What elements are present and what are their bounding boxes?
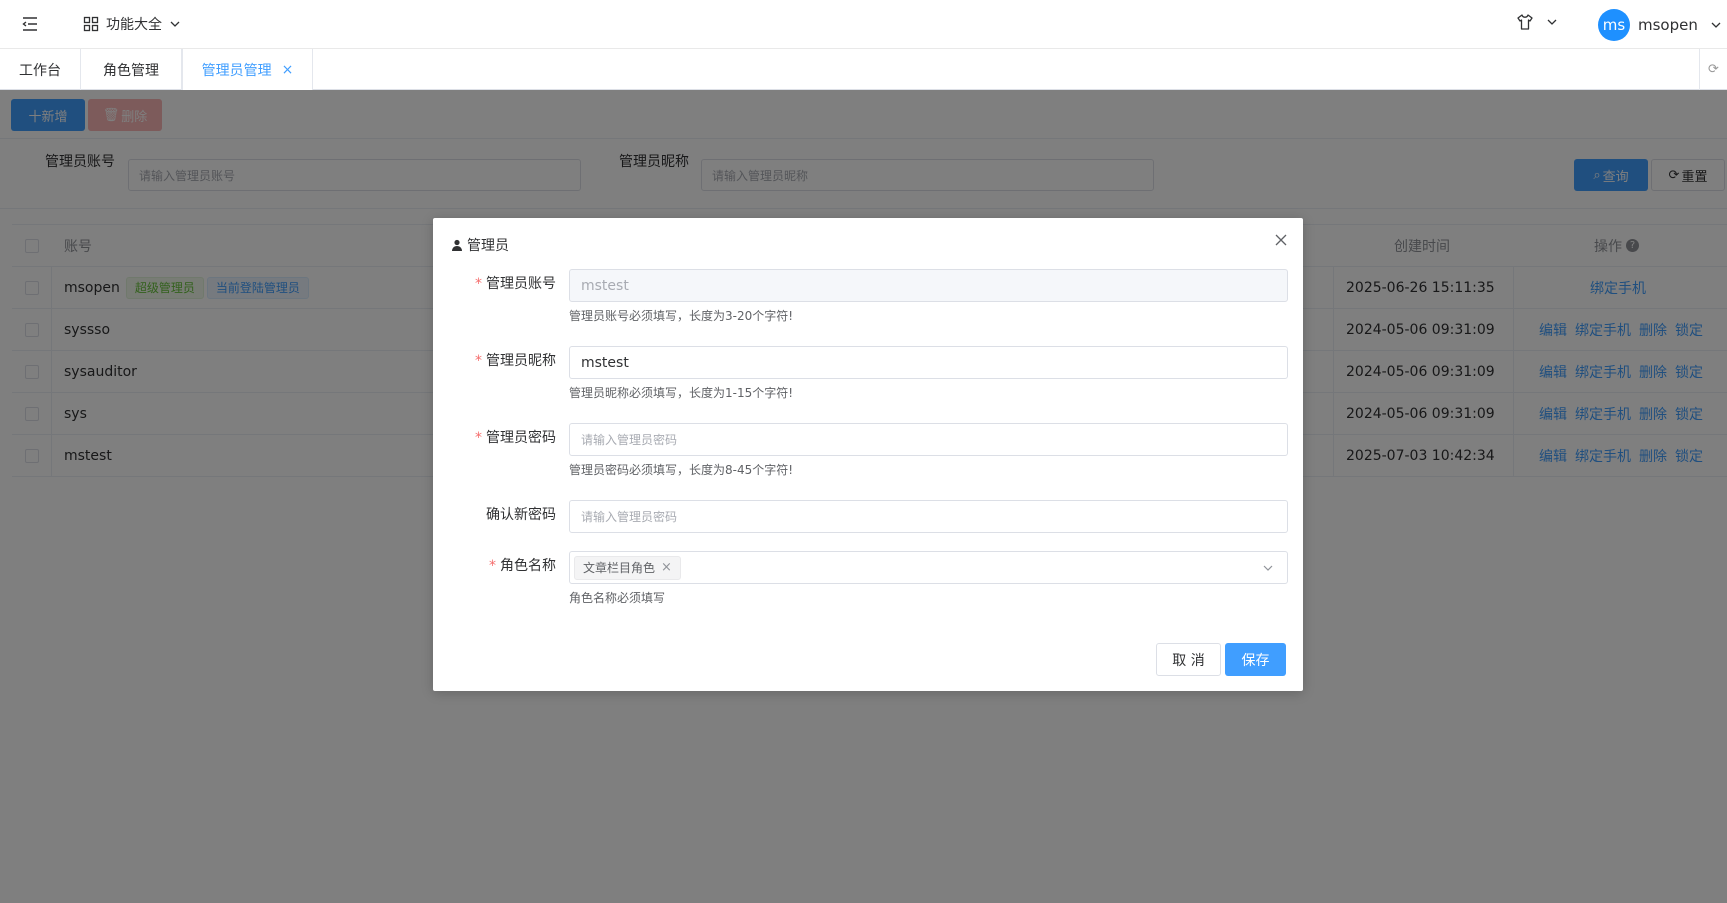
close-icon[interactable]: [1273, 232, 1289, 248]
shirt-icon: [1517, 14, 1533, 30]
role-hint: 角色名称必须填写: [569, 591, 666, 605]
tab-role-management[interactable]: 角色管理: [81, 49, 182, 90]
nickname-field[interactable]: mstest: [569, 346, 1288, 379]
account-hint: 管理员账号必须填写，长度为3-20个字符!: [569, 309, 794, 323]
account-label: * 管理员账号: [475, 276, 556, 292]
user-name: msopen: [1638, 16, 1698, 34]
cancel-button[interactable]: 取 消: [1156, 643, 1221, 676]
nickname-label: * 管理员昵称: [475, 353, 556, 369]
role-select[interactable]: 文章栏目角色 ×: [569, 551, 1288, 584]
password-label: * 管理员密码: [475, 430, 556, 446]
chevron-down-icon: [1711, 22, 1721, 28]
confirm-password-label: 确认新密码: [486, 507, 556, 523]
feature-menu-label: 功能大全: [106, 17, 162, 33]
dialog-title: 管理员: [451, 235, 509, 255]
nickname-hint: 管理员昵称必须填写，长度为1-15个字符!: [569, 386, 794, 400]
password-field[interactable]: 请输入管理员密码: [569, 423, 1288, 456]
chevron-down-icon: [1263, 565, 1273, 571]
theme-switcher[interactable]: [1516, 13, 1558, 31]
top-header: 功能大全 ms msopen: [0, 0, 1727, 48]
password-hint: 管理员密码必须填写，长度为8-45个字符!: [569, 463, 794, 477]
admin-dialog: 管理员 * 管理员账号 mstest 管理员账号必须填写，长度为3-20个字符! …: [433, 218, 1303, 691]
account-field: mstest: [569, 269, 1288, 302]
chevron-down-icon: [1547, 19, 1557, 25]
user-icon: [452, 239, 462, 251]
grid-icon: [83, 16, 99, 32]
confirm-password-field[interactable]: 请输入管理员密码: [569, 500, 1288, 533]
close-icon[interactable]: ×: [661, 560, 672, 575]
tab-admin-management[interactable]: 管理员管理 ×: [182, 49, 313, 91]
tab-label: 管理员管理: [201, 63, 272, 79]
refresh-icon[interactable]: ⟳: [1699, 49, 1727, 90]
feature-menu-dropdown[interactable]: 功能大全: [83, 12, 181, 36]
tab-label: 角色管理: [103, 62, 159, 79]
close-icon[interactable]: ×: [282, 62, 294, 78]
avatar: ms: [1598, 9, 1630, 41]
menu-fold-icon[interactable]: [20, 14, 40, 34]
tab-workbench[interactable]: 工作台: [0, 49, 81, 90]
role-label: * 角色名称: [489, 558, 556, 574]
tab-label: 工作台: [19, 62, 61, 79]
tab-bar: 工作台 角色管理 管理员管理 × ⟳: [0, 48, 1727, 91]
role-tag: 文章栏目角色 ×: [574, 555, 681, 580]
user-menu[interactable]: ms msopen: [1598, 9, 1722, 41]
chevron-down-icon: [170, 21, 180, 27]
save-button[interactable]: 保存: [1225, 643, 1286, 676]
